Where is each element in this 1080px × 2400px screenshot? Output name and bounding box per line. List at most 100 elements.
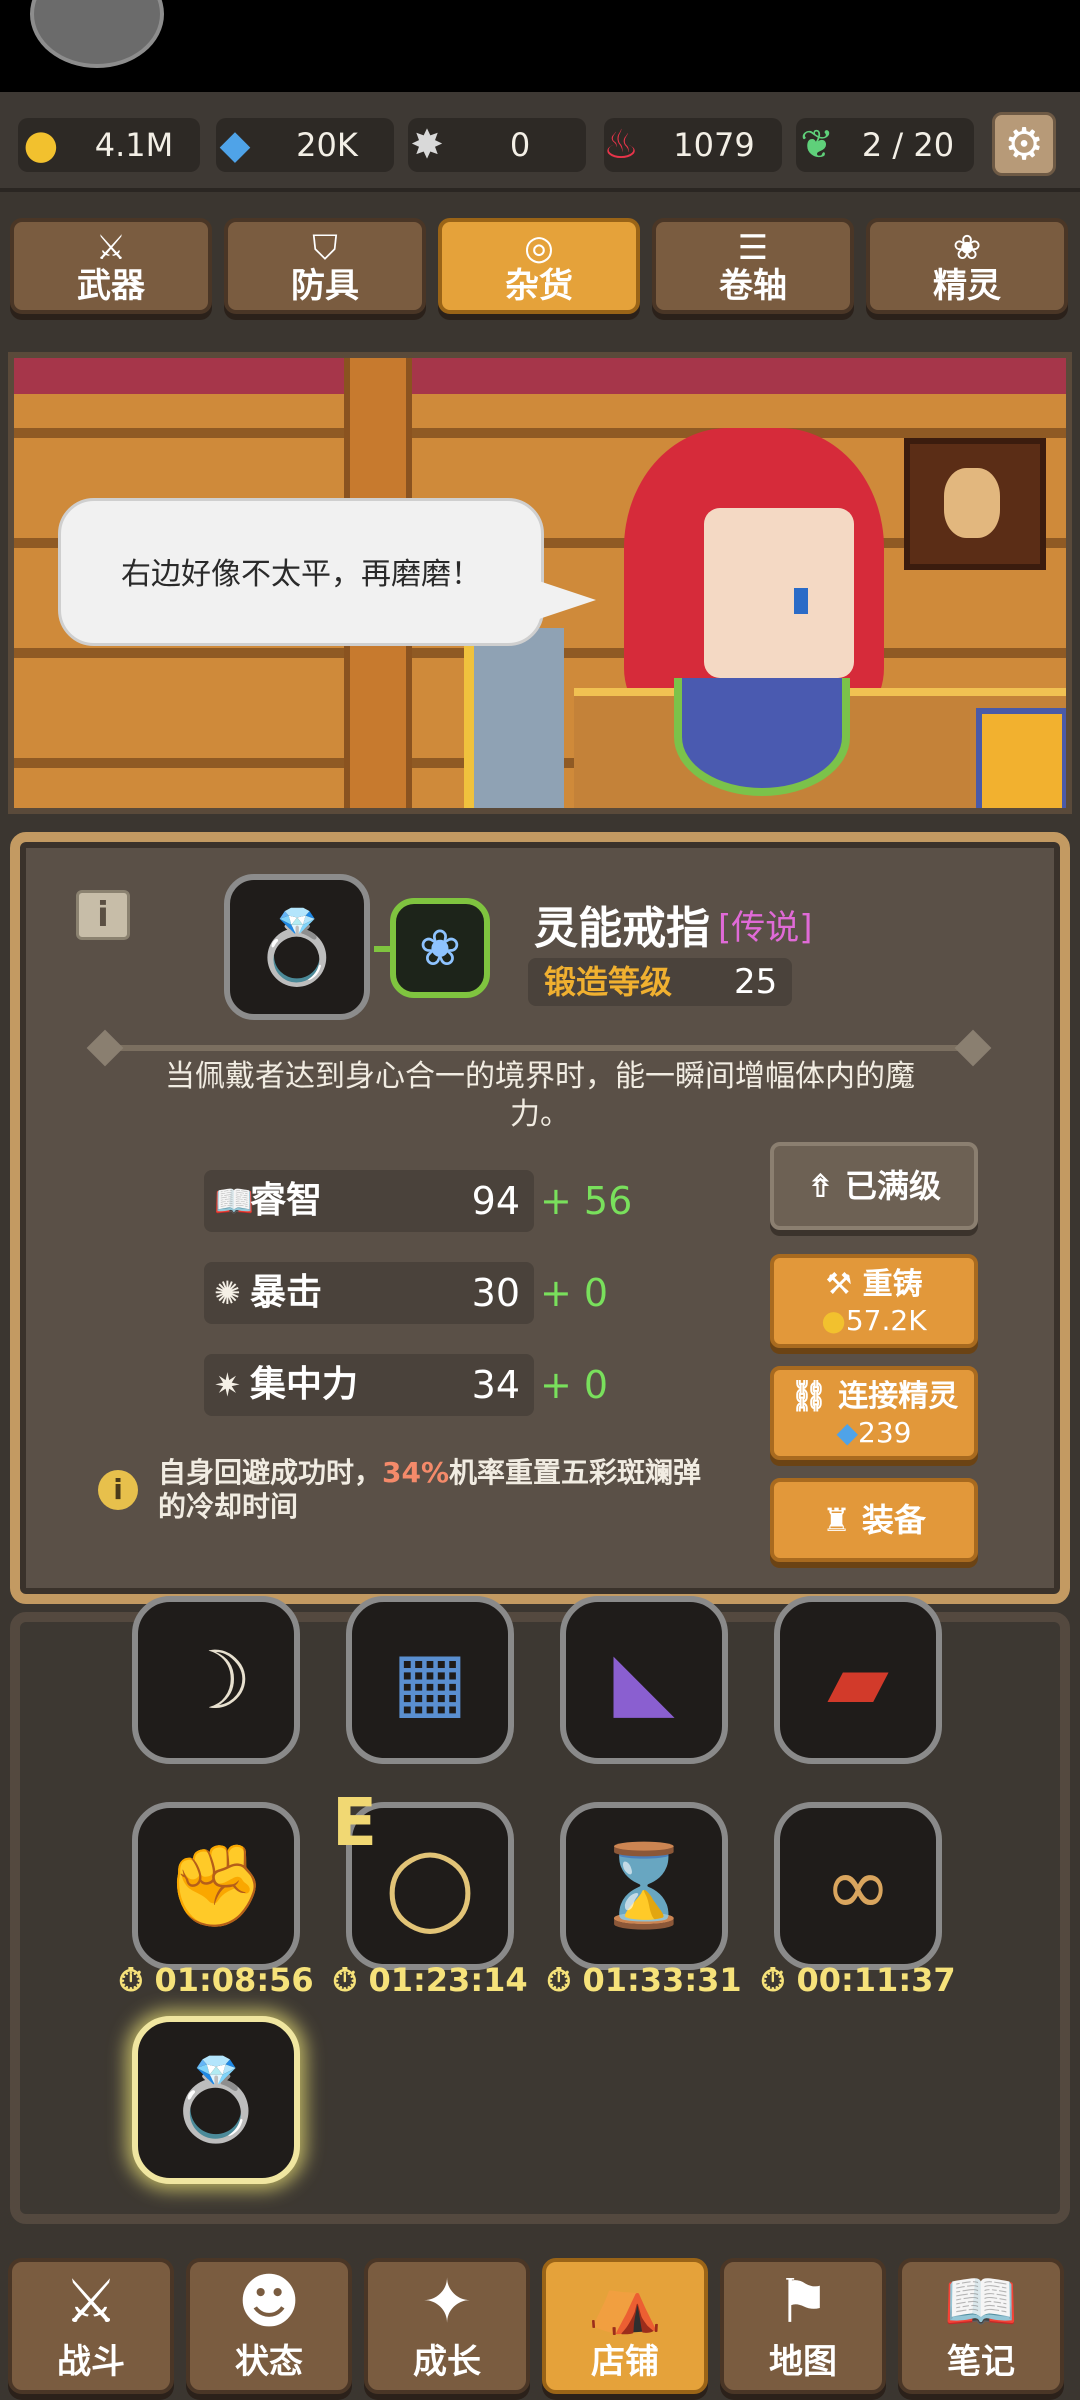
counter-cloth <box>674 678 850 796</box>
settings-button[interactable]: ⚙ <box>992 112 1056 176</box>
mirror-icon: ◯ <box>385 1839 475 1933</box>
red-flame-icon: ♨ <box>603 122 639 168</box>
gear-icon: ⚙ <box>1004 118 1044 170</box>
reforge-cost: 57.2K <box>845 1304 927 1337</box>
signpost-icon: ⚑ <box>776 2267 830 2337</box>
armor-icon: ♜ <box>822 1501 851 1539</box>
nav-battle[interactable]: ⚔ 战斗 <box>8 2258 174 2394</box>
stat-name: 睿智 <box>250 1180 323 1221</box>
equipped-marker: E <box>332 1784 378 1861</box>
equip-button[interactable]: ♜ 装备 <box>770 1478 978 1562</box>
window-shield-icon: ▦ <box>392 1633 468 1727</box>
fairy-icon: ❀ <box>419 919 461 977</box>
hammer-icon: ⚒ <box>825 1267 853 1302</box>
inventory-slot[interactable]: ◣ <box>560 1596 728 1764</box>
link-chain-icon: ⛓ <box>789 1379 828 1414</box>
link-spirit-cost: 239 <box>858 1416 912 1449</box>
nav-status[interactable]: ☻ 状态 <box>186 2258 352 2394</box>
divider <box>104 1045 974 1051</box>
tab-spirits-label: 精灵 <box>933 266 1001 306</box>
craft-timer: ⏱ 01:23:14 <box>330 1960 530 2000</box>
sword-icon: ⚔ <box>95 228 127 268</box>
tab-spirits[interactable]: ❀ 精灵 <box>866 218 1068 314</box>
goggles-icon: ∞ <box>824 1839 892 1933</box>
selected-item-slot[interactable]: 💍 <box>224 874 370 1020</box>
nav-shop[interactable]: ⛺ 店铺 <box>542 2258 708 2394</box>
crit-icon: ✺ <box>214 1274 241 1312</box>
blue-gem-icon: ◆ <box>836 1416 859 1449</box>
inventory-slot[interactable]: ∞ <box>774 1802 942 1970</box>
inventory-slot[interactable]: ⌛ <box>560 1802 728 1970</box>
person-icon: ☻ <box>237 2267 301 2337</box>
reforge-button[interactable]: ⚒ 重铸 ●57.2K <box>770 1254 978 1348</box>
resource-leaf-value: 2 / 20 <box>861 126 955 164</box>
shopkeeper-eye <box>794 588 808 614</box>
craft-timer: ⏱ 00:11:37 <box>758 1960 958 2000</box>
claw-necklace-icon: ☽ <box>180 1633 252 1727</box>
ring-icon: ◎ <box>524 228 554 268</box>
stat-name: 集中力 <box>250 1364 359 1405</box>
maxed-level-button[interactable]: ⇮ 已满级 <box>770 1142 978 1230</box>
nav-status-label: 状态 <box>235 2342 303 2382</box>
book-icon: 📖 <box>214 1182 254 1220</box>
timer-icon: ⏱ <box>332 1961 358 1999</box>
tab-armor[interactable]: ⛉ 防具 <box>224 218 426 314</box>
timer-icon: ⏱ <box>760 1961 786 1999</box>
timer-value: 00:11:37 <box>796 1961 956 1999</box>
star-icon: ✦ <box>421 2267 473 2337</box>
gold-coin-icon: ● <box>821 1304 846 1337</box>
ring-icon: 💍 <box>252 904 342 989</box>
timer-icon: ⏱ <box>118 1961 144 1999</box>
nav-notes[interactable]: 📖 笔记 <box>898 2258 1064 2394</box>
item-description: 当佩戴者达到身心合一的境界时，能一瞬间增幅体内的魔力。 <box>165 1059 915 1132</box>
inventory-slot[interactable]: ☽ <box>132 1596 300 1764</box>
tab-weapons-label: 武器 <box>77 266 145 306</box>
timer-icon: ⏱ <box>546 1961 572 1999</box>
timer-value: 01:33:31 <box>582 1961 742 1999</box>
timer-value: 01:23:14 <box>368 1961 528 1999</box>
passive-text-pre: 自身回避成功时， <box>158 1456 383 1489</box>
link-spirit-button[interactable]: ⛓ 连接精灵 ◆239 <box>770 1366 978 1460</box>
stat-name: 暴击 <box>250 1272 323 1313</box>
green-leaf-icon: ❦ <box>800 122 834 168</box>
focus-icon: ✷ <box>214 1366 241 1404</box>
tab-misc[interactable]: ◎ 杂货 <box>438 218 640 314</box>
resource-flame-value: 1079 <box>673 126 755 164</box>
nav-map[interactable]: ⚑ 地图 <box>720 2258 886 2394</box>
nav-shop-label: 店铺 <box>591 2342 659 2382</box>
tab-weapons[interactable]: ⚔ 武器 <box>10 218 212 314</box>
vase-icon <box>944 468 1000 538</box>
resource-spark-value: 0 <box>509 126 531 164</box>
red-gauntlet-icon: ✊ <box>166 1839 266 1932</box>
inventory-slot[interactable]: ▰ <box>774 1596 942 1764</box>
nav-battle-label: 战斗 <box>57 2342 125 2382</box>
ring-icon: 💍 <box>166 2053 266 2146</box>
nav-map-label: 地图 <box>769 2342 837 2382</box>
scroll-decoration <box>464 628 564 808</box>
scroll-icon: ☰ <box>737 228 769 268</box>
inventory-slot[interactable]: ▦ <box>346 1596 514 1764</box>
item-name: 灵能戒指 <box>534 903 710 954</box>
tab-scrolls[interactable]: ☰ 卷轴 <box>652 218 854 314</box>
resource-gold-value: 4.1M <box>94 126 174 164</box>
passive-chance: 34% <box>382 1456 450 1489</box>
blue-gem-icon: ◆ <box>219 122 251 168</box>
lantern-icon <box>976 708 1066 808</box>
purple-cloak-icon: ◣ <box>613 1633 675 1727</box>
stat-value: 34 <box>471 1363 520 1407</box>
inventory-slot[interactable]: ✊ <box>132 1802 300 1970</box>
book-icon: 📖 <box>943 2267 1019 2337</box>
reforge-label: 重铸 <box>862 1267 923 1302</box>
resource-gem-value: 20K <box>296 126 358 164</box>
maxed-label: 已满级 <box>844 1167 941 1205</box>
shelf-plank <box>14 428 1066 438</box>
spirit-slot[interactable]: ❀ <box>390 898 490 998</box>
spark-icon: ✸ <box>410 122 444 168</box>
passive-effect-text: 自身回避成功时，34%机率重置五彩斑斓弹的冷却时间 <box>158 1456 718 1524</box>
nav-growth[interactable]: ✦ 成长 <box>364 2258 530 2394</box>
nav-growth-label: 成长 <box>413 2342 481 2382</box>
inventory-slot-selected[interactable]: 💍 <box>132 2016 300 2184</box>
info-button[interactable]: i <box>76 890 130 940</box>
info-icon: i <box>98 1470 138 1510</box>
fairy-icon: ❀ <box>952 228 982 268</box>
